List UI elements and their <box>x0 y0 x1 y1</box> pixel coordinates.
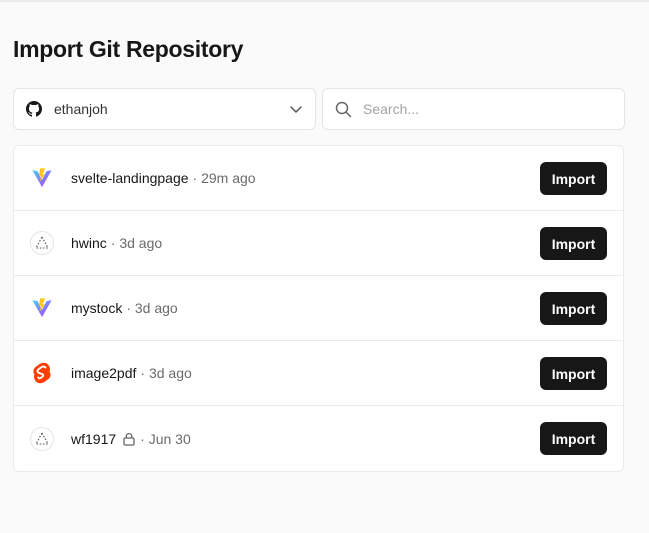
repo-row: svelte-landingpage · 29m ago Import <box>14 146 623 211</box>
import-button[interactable]: Import <box>540 292 607 325</box>
repo-updated-time: · 3d ago <box>140 365 192 381</box>
svelte-icon <box>30 361 54 385</box>
repository-list: svelte-landingpage · 29m ago Import hwin… <box>13 145 624 472</box>
search-input[interactable] <box>363 101 603 117</box>
vite-icon <box>30 166 54 190</box>
search-box[interactable] <box>322 88 625 130</box>
vite-icon <box>30 296 54 320</box>
repo-updated-time: · 3d ago <box>110 235 163 251</box>
chevron-down-icon <box>290 106 302 113</box>
repo-name[interactable]: hwinc <box>71 235 107 251</box>
framework-placeholder-icon <box>30 231 54 255</box>
repo-updated-time: · Jun 30 <box>140 430 191 447</box>
import-button[interactable]: Import <box>540 422 607 455</box>
lock-icon <box>123 432 135 446</box>
account-select[interactable]: ethanjoh <box>13 88 316 130</box>
repo-row: mystock · 3d ago Import <box>14 276 623 341</box>
import-button[interactable]: Import <box>540 162 607 195</box>
page-title: Import Git Repository <box>13 36 244 62</box>
repo-row: hwinc · 3d ago Import <box>14 211 623 276</box>
framework-placeholder-icon <box>30 426 54 451</box>
account-name: ethanjoh <box>54 101 108 117</box>
top-divider <box>0 0 649 2</box>
repo-updated-time: · 29m ago <box>192 170 256 186</box>
repo-updated-time: · 3d ago <box>126 300 178 316</box>
import-button[interactable]: Import <box>540 357 607 390</box>
repo-name[interactable]: mystock <box>71 300 122 316</box>
repo-name[interactable]: svelte-landingpage <box>71 170 189 186</box>
github-icon <box>26 101 42 117</box>
import-panel: Import Git Repository ethanjoh Search...… <box>13 33 625 472</box>
repo-name[interactable]: wf1917 <box>71 431 116 447</box>
repo-row: image2pdf · 3d ago Import <box>14 341 623 406</box>
controls-bar: ethanjoh <box>13 88 625 130</box>
search-icon <box>335 101 352 117</box>
import-button[interactable]: Import <box>540 227 607 260</box>
repo-name[interactable]: image2pdf <box>71 365 136 381</box>
repo-row: wf1917 · Jun 30 Import <box>14 406 623 471</box>
